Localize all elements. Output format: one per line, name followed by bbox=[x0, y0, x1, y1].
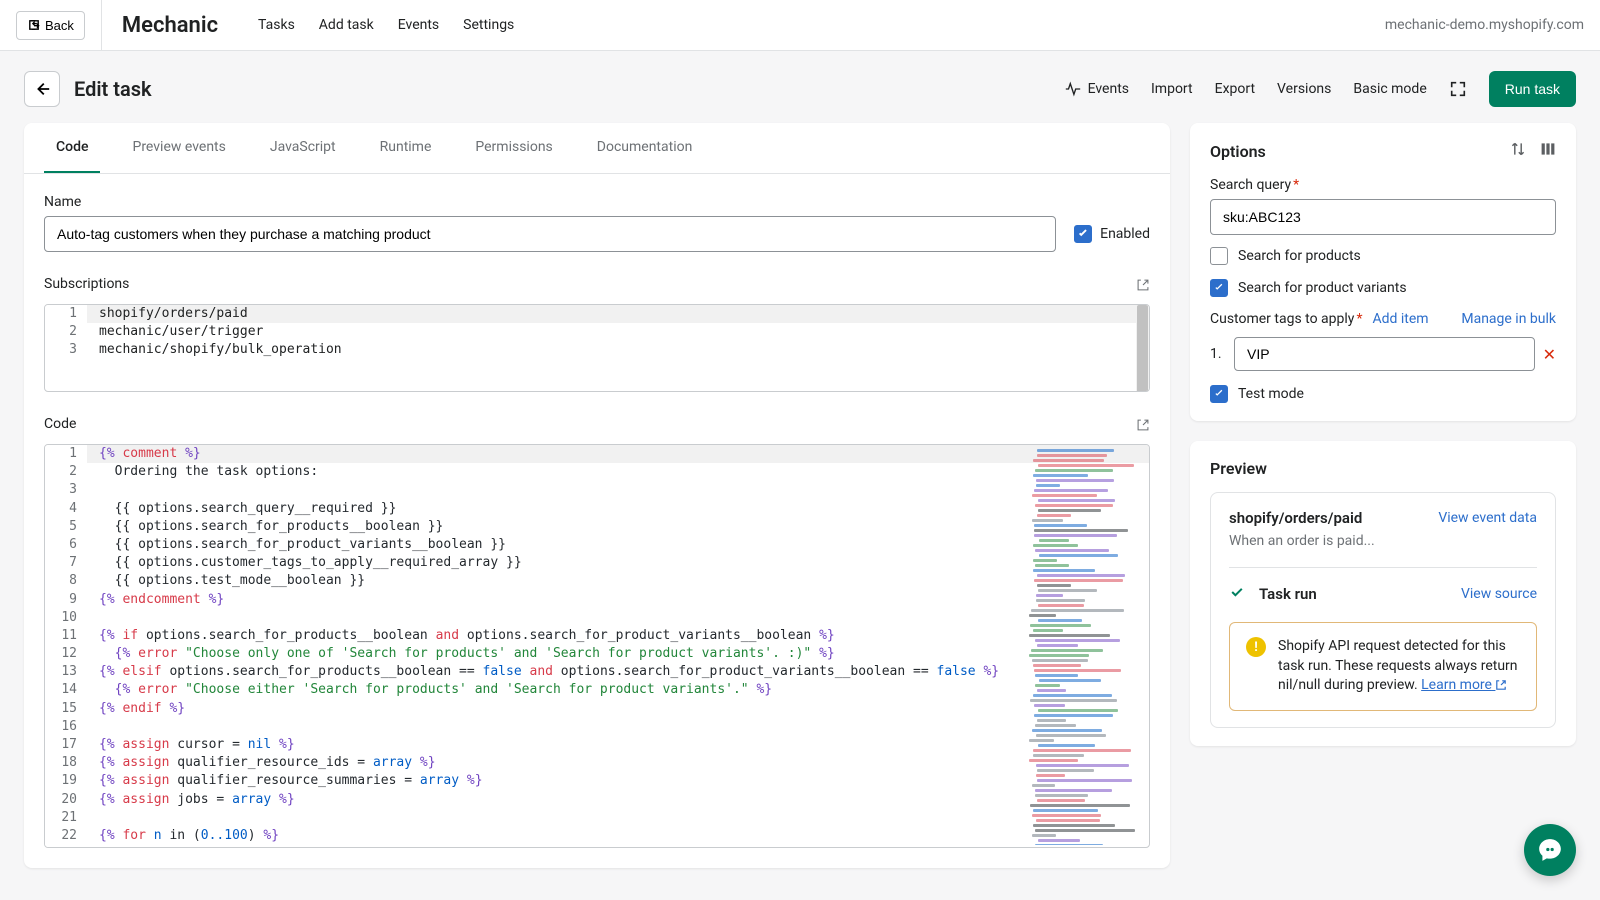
remove-tag-button[interactable]: ✕ bbox=[1543, 345, 1556, 364]
search-query-input[interactable] bbox=[1210, 199, 1556, 235]
top-nav: Tasks Add task Events Settings bbox=[258, 17, 514, 33]
preview-event-subtext: When an order is paid... bbox=[1229, 533, 1537, 549]
tab-javascript[interactable]: JavaScript bbox=[258, 123, 348, 173]
tab-runtime[interactable]: Runtime bbox=[368, 123, 444, 173]
code-popout[interactable] bbox=[1136, 418, 1150, 436]
preview-event-name: shopify/orders/paid bbox=[1229, 509, 1362, 527]
columns-icon bbox=[1540, 141, 1556, 157]
divider bbox=[101, 0, 102, 51]
search-products-label: Search for products bbox=[1238, 248, 1361, 264]
minimap[interactable] bbox=[1029, 449, 1139, 845]
columns-icon-button[interactable] bbox=[1540, 141, 1556, 161]
tags-label: Customer tags to apply* bbox=[1210, 311, 1362, 327]
learn-more-link[interactable]: Learn more bbox=[1421, 677, 1507, 693]
nav-tasks[interactable]: Tasks bbox=[258, 17, 295, 33]
tab-documentation[interactable]: Documentation bbox=[585, 123, 705, 173]
task-name-input[interactable] bbox=[44, 216, 1056, 252]
versions-action[interactable]: Versions bbox=[1277, 81, 1331, 97]
task-tabs: Code Preview events JavaScript Runtime P… bbox=[24, 123, 1170, 174]
nav-settings[interactable]: Settings bbox=[463, 17, 514, 33]
export-action[interactable]: Export bbox=[1215, 81, 1255, 97]
enabled-label: Enabled bbox=[1100, 226, 1150, 242]
back-button[interactable]: Back bbox=[16, 11, 85, 40]
scrollbar[interactable] bbox=[1136, 305, 1149, 391]
options-panel: Options Search query* Search for product… bbox=[1190, 123, 1576, 421]
shop-url: mechanic-demo.myshopify.com bbox=[1385, 17, 1584, 33]
tab-preview-events[interactable]: Preview events bbox=[120, 123, 237, 173]
view-source-link[interactable]: View source bbox=[1461, 586, 1537, 602]
events-action[interactable]: Events bbox=[1064, 80, 1129, 98]
preview-title: Preview bbox=[1210, 459, 1556, 478]
tab-permissions[interactable]: Permissions bbox=[463, 123, 564, 173]
popout-icon bbox=[1136, 418, 1150, 432]
search-products-checkbox[interactable] bbox=[1210, 247, 1228, 265]
warning-box: ! Shopify API request detected for this … bbox=[1229, 622, 1537, 711]
sort-icon-button[interactable] bbox=[1510, 141, 1526, 161]
external-icon bbox=[1495, 679, 1507, 691]
pulse-icon bbox=[1064, 80, 1082, 98]
tag-input-1[interactable] bbox=[1234, 337, 1535, 371]
back-label: Back bbox=[45, 18, 74, 33]
help-fab[interactable] bbox=[1524, 824, 1576, 876]
manage-bulk-link[interactable]: Manage in bulk bbox=[1461, 311, 1556, 327]
run-task-button[interactable]: Run task bbox=[1489, 71, 1576, 107]
nav-add-task[interactable]: Add task bbox=[319, 17, 374, 33]
tab-code[interactable]: Code bbox=[44, 123, 100, 173]
fullscreen-icon bbox=[1449, 80, 1467, 98]
back-arrow-icon bbox=[27, 18, 41, 32]
task-run-label: Task run bbox=[1259, 585, 1317, 603]
basic-mode-action[interactable]: Basic mode bbox=[1353, 81, 1426, 97]
test-mode-checkbox[interactable] bbox=[1210, 385, 1228, 403]
events-label: Events bbox=[1088, 81, 1129, 97]
subscriptions-editor[interactable]: 1shopify/orders/paid2mechanic/user/trigg… bbox=[44, 304, 1150, 392]
subscriptions-popout[interactable] bbox=[1136, 278, 1150, 296]
page-title: Edit task bbox=[74, 77, 152, 101]
options-title: Options bbox=[1210, 142, 1266, 161]
page-back-button[interactable] bbox=[24, 71, 60, 107]
warning-icon: ! bbox=[1246, 637, 1266, 657]
name-label: Name bbox=[44, 194, 1150, 210]
sort-icon bbox=[1510, 141, 1526, 157]
tag-number: 1. bbox=[1210, 346, 1226, 362]
chat-icon bbox=[1537, 837, 1563, 863]
arrow-left-icon bbox=[33, 80, 51, 98]
brand-name: Mechanic bbox=[122, 13, 218, 38]
fullscreen-action[interactable] bbox=[1449, 80, 1467, 98]
search-variants-label: Search for product variants bbox=[1238, 280, 1407, 296]
view-event-data-link[interactable]: View event data bbox=[1438, 510, 1537, 526]
code-editor[interactable]: 1{% comment %}2 Ordering the task option… bbox=[44, 444, 1150, 848]
import-action[interactable]: Import bbox=[1151, 81, 1193, 97]
test-mode-label: Test mode bbox=[1238, 386, 1304, 402]
code-label: Code bbox=[44, 416, 76, 432]
subscriptions-label: Subscriptions bbox=[44, 276, 129, 292]
search-query-label: Search query* bbox=[1210, 177, 1556, 193]
check-icon bbox=[1229, 584, 1245, 604]
popout-icon bbox=[1136, 278, 1150, 292]
preview-event-card: shopify/orders/paid View event data When… bbox=[1210, 492, 1556, 728]
preview-panel: Preview shopify/orders/paid View event d… bbox=[1190, 441, 1576, 746]
warning-text: Shopify API request detected for this ta… bbox=[1278, 637, 1520, 696]
add-item-link[interactable]: Add item bbox=[1372, 311, 1428, 327]
enabled-checkbox[interactable] bbox=[1074, 225, 1092, 243]
nav-events[interactable]: Events bbox=[398, 17, 439, 33]
search-variants-checkbox[interactable] bbox=[1210, 279, 1228, 297]
